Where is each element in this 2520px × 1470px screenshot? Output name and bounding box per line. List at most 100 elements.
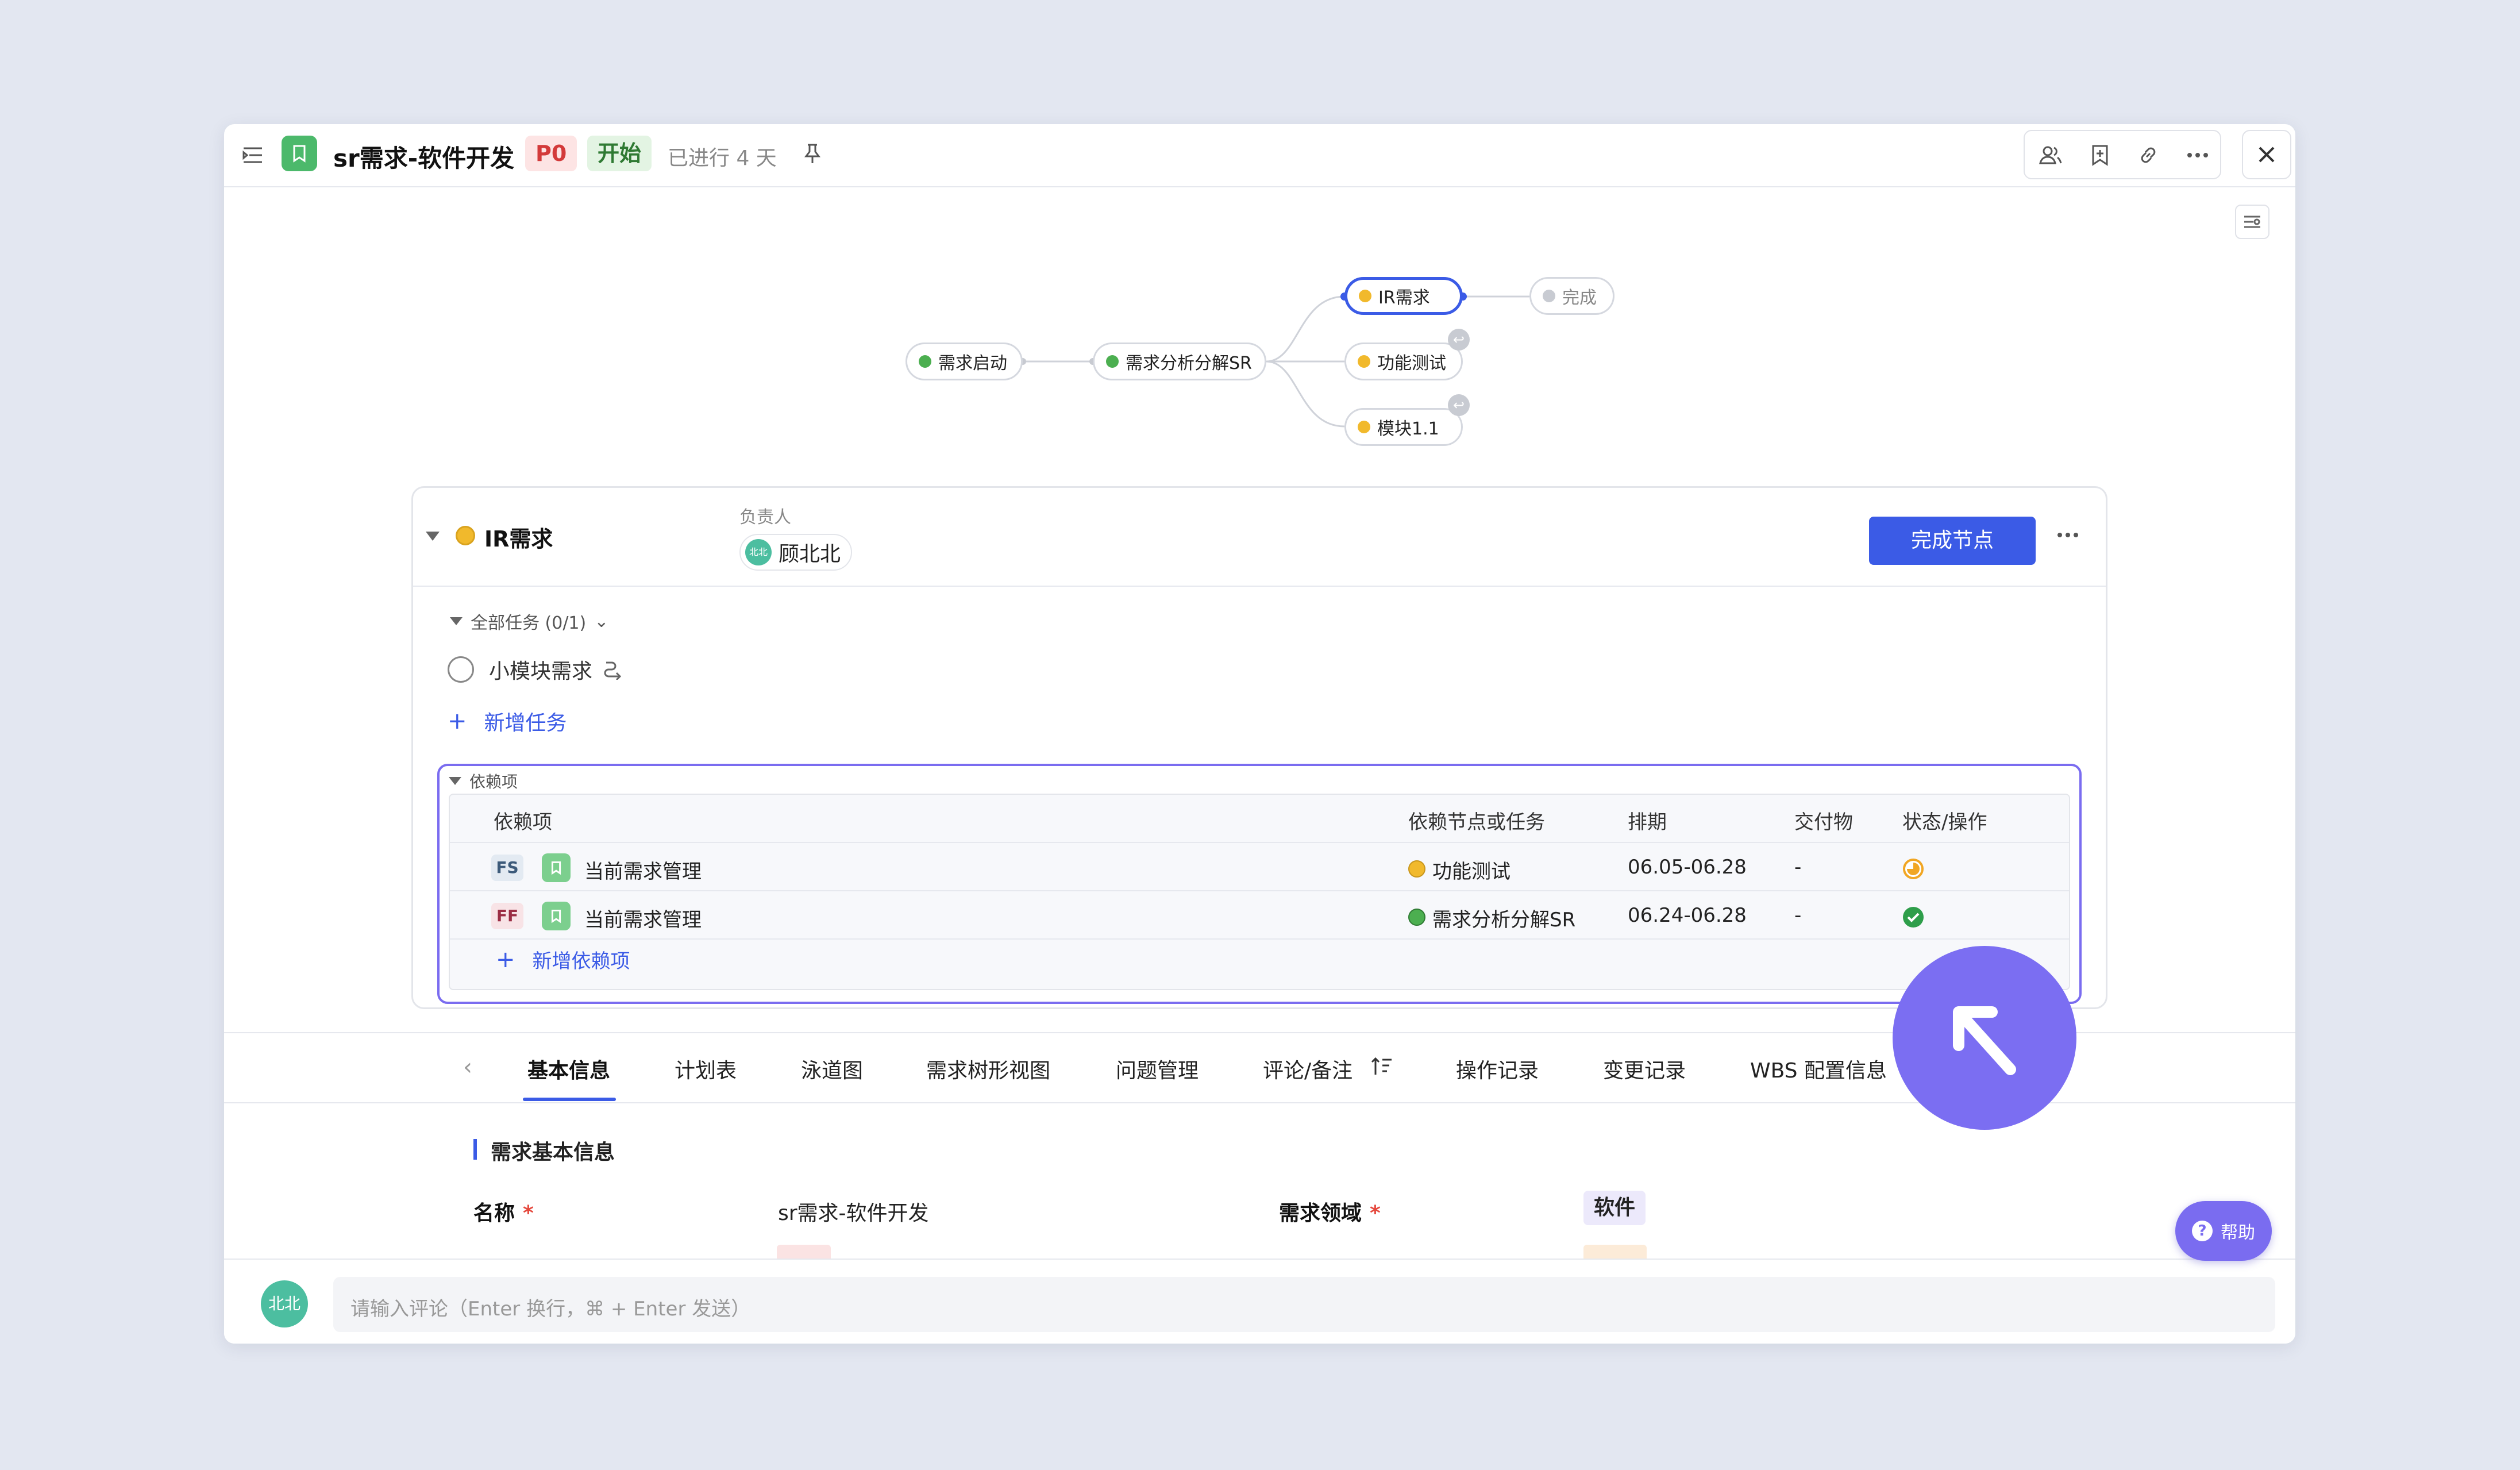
comment-bar: 北北 请输入评论（Enter 换行，⌘ + Enter 发送） <box>224 1259 2295 1344</box>
name-label: 名称 * <box>473 1202 534 1225</box>
dependency-name[interactable]: 当前需求管理 <box>584 856 702 884</box>
tabs-scroll-left-icon[interactable]: ‹ <box>463 1054 472 1080</box>
subtask-icon <box>604 661 622 680</box>
add-dependency-label: 新增依赖项 <box>532 950 630 973</box>
add-dependency-button[interactable]: + 新增依赖项 <box>496 945 630 973</box>
done-status-icon <box>1903 907 1924 928</box>
collapse-node-icon[interactable] <box>426 532 440 541</box>
dependencies-title: 依赖项 <box>469 772 518 791</box>
owner-chip[interactable]: 北北 顾北北 <box>739 534 853 571</box>
table-header: 依赖项 依赖节点或任务 排期 交付物 状态/操作 <box>450 795 2069 843</box>
dependency-node: 功能测试 <box>1432 860 1511 883</box>
section-title: 需求基本信息 <box>491 1141 615 1164</box>
node-status-dot <box>1359 290 1371 302</box>
name-value[interactable]: sr需求-软件开发 <box>778 1196 929 1226</box>
tab-operation-log[interactable]: 操作记录 <box>1456 1054 1539 1084</box>
tab-change-log[interactable]: 变更记录 <box>1603 1054 1686 1084</box>
help-label: 帮助 <box>2221 1223 2255 1243</box>
node-status-dot <box>1106 355 1119 368</box>
domain-tag[interactable]: 软件 <box>1583 1191 1646 1225</box>
tab-basic-info[interactable]: 基本信息 <box>527 1054 610 1084</box>
tab-wbs-config[interactable]: WBS 配置信息 <box>1750 1054 1887 1084</box>
link-badge-icon: ↩ <box>1448 329 1470 351</box>
comment-input[interactable]: 请输入评论（Enter 换行，⌘ + Enter 发送） <box>333 1277 2275 1332</box>
dependency-name[interactable]: 当前需求管理 <box>584 904 702 932</box>
cursor-highlight <box>1893 946 2076 1130</box>
domain-label: 需求领域 * <box>1279 1202 1381 1225</box>
dependency-schedule: 06.05-06.28 <box>1628 856 1747 879</box>
cutoff-row-hint <box>777 1245 831 1259</box>
cursor-arrow-icon <box>1953 1006 2016 1075</box>
task-checkbox[interactable] <box>448 656 474 683</box>
tasks-toggle[interactable]: 全部任务 (0/1) ⌄ <box>450 609 608 634</box>
flow-node-label: IR需求 <box>1378 288 1430 308</box>
node-status-dot <box>1358 355 1370 368</box>
plus-icon: + <box>448 708 467 734</box>
complete-node-button[interactable]: 完成节点 <box>1869 517 2036 565</box>
flow-node-ir[interactable]: IR需求 <box>1344 277 1463 315</box>
node-more-icon[interactable] <box>2056 529 2079 540</box>
sort-icon[interactable] <box>1371 1056 1394 1077</box>
flow-node-module[interactable]: 模块1.1 <box>1344 408 1463 446</box>
active-tab-indicator <box>523 1098 616 1101</box>
dependencies-toggle[interactable]: 依赖项 <box>449 769 518 792</box>
comment-placeholder: 请输入评论（Enter 换行，⌘ + Enter 发送） <box>350 1298 751 1321</box>
tab-comments[interactable]: 评论/备注 <box>1263 1054 1353 1084</box>
dependency-schedule: 06.24-06.28 <box>1628 904 1747 927</box>
tasks-header: 全部任务 (0/1) <box>471 613 587 633</box>
section-marker <box>473 1139 477 1160</box>
link-badge-icon: ↩ <box>1448 394 1470 416</box>
flow-node-label: 需求分析分解SR <box>1126 353 1252 374</box>
node-status-dot <box>1408 860 1425 878</box>
tab-tree-view[interactable]: 需求树形视图 <box>926 1054 1050 1084</box>
column-header: 依赖节点或任务 <box>1408 811 1545 834</box>
owner-name: 顾北北 <box>779 542 841 566</box>
tab-swimlane[interactable]: 泳道图 <box>801 1054 863 1084</box>
dependencies-table: 依赖项 依赖节点或任务 排期 交付物 状态/操作 FS 当前需求管理 功能测试 … <box>449 794 2070 990</box>
node-title: IR需求 <box>484 526 553 552</box>
triangle-down-icon <box>450 617 463 625</box>
table-row[interactable]: FF 当前需求管理 需求分析分解SR 06.24-06.28 - <box>450 891 2069 940</box>
task-name[interactable]: 小模块需求 <box>489 655 592 684</box>
help-icon: ? <box>2192 1221 2213 1241</box>
help-button[interactable]: ? 帮助 <box>2175 1201 2272 1261</box>
flow-node-done[interactable]: 完成 <box>1529 277 1615 315</box>
flow-node-label: 完成 <box>1562 288 1597 308</box>
avatar: 北北 <box>261 1280 308 1327</box>
flow-node-analysis[interactable]: 需求分析分解SR <box>1093 343 1266 380</box>
tab-issues[interactable]: 问题管理 <box>1116 1054 1199 1084</box>
node-status-dot <box>1543 290 1555 302</box>
add-task-label: 新增任务 <box>484 711 567 735</box>
in-progress-status-icon <box>1903 859 1924 879</box>
owner-label: 负责人 <box>739 507 791 528</box>
detail-window: sr需求-软件开发 P0 开始 已进行 4 天 需求启动 需求分析分解SR IR… <box>224 124 2295 1344</box>
node-status-dot <box>919 355 931 368</box>
card-divider <box>413 586 2106 587</box>
flow-node-test[interactable]: 功能测试 <box>1344 343 1463 380</box>
dependency-type-tag: FF <box>491 903 523 929</box>
flow-node-label: 功能测试 <box>1377 353 1446 374</box>
column-header: 依赖项 <box>494 811 552 834</box>
flow-connectors <box>1019 293 1529 428</box>
flow-node-label: 需求启动 <box>938 353 1007 374</box>
tab-schedule[interactable]: 计划表 <box>675 1054 737 1084</box>
dependency-deliverable: - <box>1794 904 1802 927</box>
add-task-button[interactable]: + 新增任务 <box>448 706 567 736</box>
flow-node-start[interactable]: 需求启动 <box>905 343 1023 380</box>
column-header: 交付物 <box>1794 811 1853 834</box>
cutoff-row-hint <box>1583 1245 1647 1259</box>
node-status-dot <box>1408 909 1425 926</box>
column-header: 排期 <box>1628 811 1667 834</box>
dependency-deliverable: - <box>1794 856 1802 879</box>
flow-node-label: 模块1.1 <box>1377 419 1439 439</box>
triangle-down-icon <box>449 777 461 785</box>
node-status-dot <box>1358 421 1370 433</box>
node-detail-card: IR需求 负责人 北北 顾北北 完成节点 全部任务 (0/1) ⌄ 小模块需求 … <box>411 486 2107 1009</box>
chevron-down-icon: ⌄ <box>594 611 609 632</box>
dependencies-section: 依赖项 依赖项 依赖节点或任务 排期 交付物 状态/操作 FS 当前需求管理 功… <box>437 764 2082 1004</box>
table-row[interactable]: FS 当前需求管理 功能测试 06.05-06.28 - <box>450 843 2069 891</box>
dependency-type-tag: FS <box>491 855 523 881</box>
requirement-type-icon <box>542 902 571 930</box>
task-item: 小模块需求 <box>448 655 623 684</box>
node-status-dot <box>456 526 475 545</box>
